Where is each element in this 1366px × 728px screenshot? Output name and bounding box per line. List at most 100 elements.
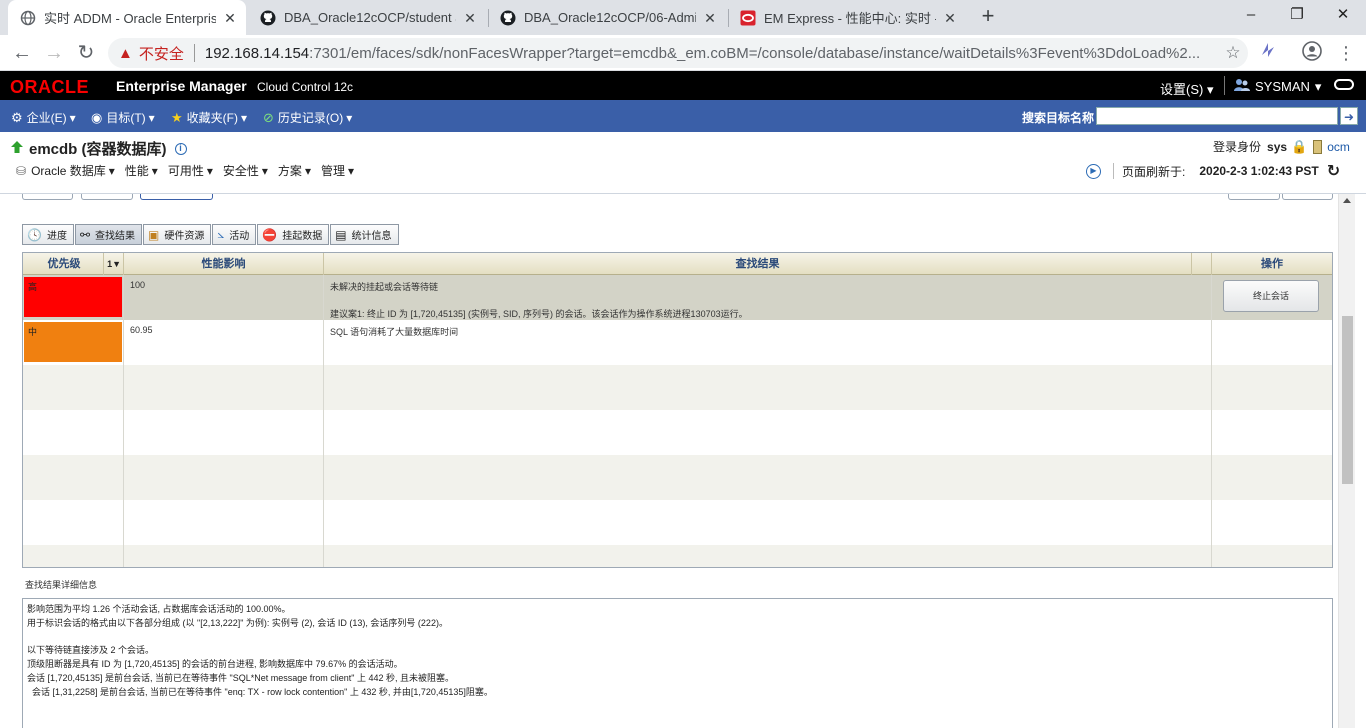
url-text: 192.168.14.154:7301/em/faces/sdk/nonFace… (205, 45, 1218, 62)
hardware-resources-button[interactable]: ▣ 硬件资源 (143, 224, 212, 245)
empty-cell (324, 365, 1212, 410)
browser-tab-em-express[interactable]: EM Express - 性能中心: 实时 - 这 ✕ (728, 0, 966, 35)
finding-text: SQL 语句消耗了大量数据库时间 (330, 327, 459, 337)
findings-button[interactable]: ⚯ 查找结果 (74, 224, 143, 245)
empty-row (23, 410, 1332, 455)
menu-label: 企业(E) (26, 111, 67, 125)
button-label: 查找结果 (95, 231, 136, 242)
hang-data-button[interactable]: ⛔ 挂起数据 (257, 224, 330, 245)
menu-targets[interactable]: ◉ 目标(T) ▾ (91, 109, 155, 126)
vertical-scrollbar[interactable] (1338, 194, 1355, 728)
submenu-schema[interactable]: 方案 ▾ (278, 162, 311, 179)
search-go-icon[interactable]: ➜ (1340, 107, 1358, 125)
menu-favorites[interactable]: ★ 收藏夹(F) ▾ (171, 109, 247, 126)
button-label: 活动 (229, 231, 250, 242)
empty-cell (324, 545, 1212, 567)
table-row[interactable]: 中 60.95 SQL 语句消耗了大量数据库时间 (23, 320, 1332, 365)
kill-session-button[interactable]: 终止会话 (1223, 280, 1319, 312)
settings-label: 设置(S) (1160, 82, 1204, 97)
binoculars-icon: ⚯ (79, 227, 91, 242)
column-header-finding[interactable]: 查找结果 (324, 253, 1192, 275)
maximize-button[interactable]: ❐ (1274, 0, 1320, 30)
github-icon (500, 10, 516, 26)
refresh-label: 页面刷新于: (1122, 164, 1186, 179)
login-info: 登录身份 sys 🔒 ocm (1213, 138, 1350, 155)
play-icon[interactable]: ▶ (1086, 163, 1101, 179)
clock-icon: 🕓 (27, 227, 42, 242)
more-menu-icon[interactable]: ⋮ (1334, 41, 1358, 65)
host-link[interactable]: ocm (1327, 140, 1350, 154)
browser-tab-addm[interactable]: 实时 ADDM - Oracle Enterprise ✕ (8, 0, 246, 35)
finding-cell: 未解决的挂起或会话等待链 建议案1: 终止 ID 为 [1,720,45135]… (324, 275, 1212, 320)
clipped-button[interactable] (140, 194, 213, 200)
browser-tab-github-student[interactable]: DBA_Oracle12cOCP/student at ✕ (248, 0, 486, 35)
tab-title: DBA_Oracle12cOCP/06-Admin (524, 10, 696, 25)
clipped-button[interactable] (22, 194, 73, 200)
login-label: 登录身份 (1213, 140, 1262, 154)
close-icon[interactable]: ✕ (702, 10, 718, 26)
chevron-down-icon: ▾ (346, 110, 353, 125)
submenu-availability[interactable]: 可用性 ▾ (168, 162, 213, 179)
empty-cell (23, 365, 124, 410)
user-icon (1234, 78, 1250, 95)
chevron-down-icon: ▾ (261, 163, 268, 178)
clipped-button[interactable] (1282, 194, 1333, 200)
settings-menu[interactable]: 设置(S) ▾ (1160, 79, 1214, 98)
detail-line (27, 631, 1328, 645)
user-menu[interactable]: SYSMAN ▾ (1234, 78, 1321, 95)
finding-cell: SQL 语句消耗了大量数据库时间 (324, 320, 1212, 365)
submenu-oracle-database[interactable]: ⛁ Oracle 数据库 ▾ (16, 162, 115, 179)
page-edge (1355, 194, 1366, 728)
user-name: SYSMAN (1255, 79, 1310, 94)
column-label: 优先级 (47, 258, 81, 270)
table-row[interactable]: 高 100 未解决的挂起或会话等待链 建议案1: 终止 ID 为 [1,720,… (23, 275, 1332, 320)
host-icon (1313, 139, 1323, 154)
minimize-button[interactable]: – (1228, 0, 1274, 30)
close-icon[interactable]: ✕ (462, 10, 478, 26)
menu-history[interactable]: ⊘ 历史记录(O) ▾ (263, 109, 352, 126)
url-path: :7301/em/faces/sdk/nonFacesWrapper?targe… (309, 44, 1201, 62)
reload-icon[interactable]: ↻ (73, 40, 99, 66)
statistics-button[interactable]: ▤ 统计信息 (330, 224, 399, 245)
extension-icon[interactable] (1256, 41, 1280, 65)
bookmark-star-icon[interactable]: ☆ (1218, 43, 1248, 63)
column-header-impact[interactable]: 性能影响 (124, 253, 324, 275)
priority-badge: 中 (24, 322, 122, 362)
search-target-input[interactable] (1096, 107, 1338, 125)
scroll-thumb[interactable] (1342, 316, 1353, 484)
refresh-icon[interactable]: ↻ (1327, 161, 1340, 181)
url-field[interactable]: ▲ 不安全 192.168.14.154:7301/em/faces/sdk/n… (108, 38, 1248, 68)
window-close-button[interactable]: ✕ (1320, 0, 1366, 30)
clipped-button[interactable] (81, 194, 133, 200)
menu-enterprise[interactable]: ⚙ 企业(E) ▾ (11, 109, 76, 126)
empty-cell (23, 500, 124, 545)
browser-tab-strip: 实时 ADDM - Oracle Enterprise ✕ DBA_Oracle… (0, 0, 1366, 35)
empty-cell (124, 545, 324, 567)
browser-tab-github-admin[interactable]: DBA_Oracle12cOCP/06-Admin ✕ (488, 0, 726, 35)
logout-icon[interactable] (1334, 79, 1354, 90)
page-title: emcdb (容器数据库) i (10, 138, 187, 159)
column-header-priority[interactable]: 优先级 1▼ (23, 253, 124, 275)
empty-row (23, 545, 1332, 567)
activity-button[interactable]: ⦣ 活动 (212, 224, 257, 245)
submenu-performance[interactable]: 性能 ▾ (125, 162, 158, 179)
detail-line: 以下等待链直接涉及 2 个会话。 (27, 645, 155, 656)
forward-icon[interactable]: → (41, 40, 67, 66)
column-header-action[interactable]: 操作 (1212, 253, 1332, 275)
chevron-down-icon: ▾ (1314, 78, 1322, 94)
sort-indicator[interactable]: 1▼ (103, 253, 121, 275)
table-header: 优先级 1▼ 性能影响 查找结果 操作 (23, 253, 1332, 275)
profile-icon[interactable] (1300, 41, 1324, 65)
back-icon[interactable]: ← (9, 40, 35, 66)
close-icon[interactable]: ✕ (942, 10, 958, 26)
submenu-administration[interactable]: 管理 ▾ (321, 162, 354, 179)
scroll-up-icon[interactable] (1343, 198, 1351, 203)
tab-title: 实时 ADDM - Oracle Enterprise (44, 11, 216, 26)
info-icon[interactable]: i (174, 142, 187, 155)
close-icon[interactable]: ✕ (222, 10, 238, 26)
progress-button[interactable]: 🕓 进度 (22, 224, 74, 245)
submenu-security[interactable]: 安全性 ▾ (223, 162, 268, 179)
new-tab-button[interactable]: + (976, 5, 1000, 29)
submenu-label: Oracle 数据库 (31, 164, 106, 178)
clipped-button[interactable] (1228, 194, 1280, 200)
